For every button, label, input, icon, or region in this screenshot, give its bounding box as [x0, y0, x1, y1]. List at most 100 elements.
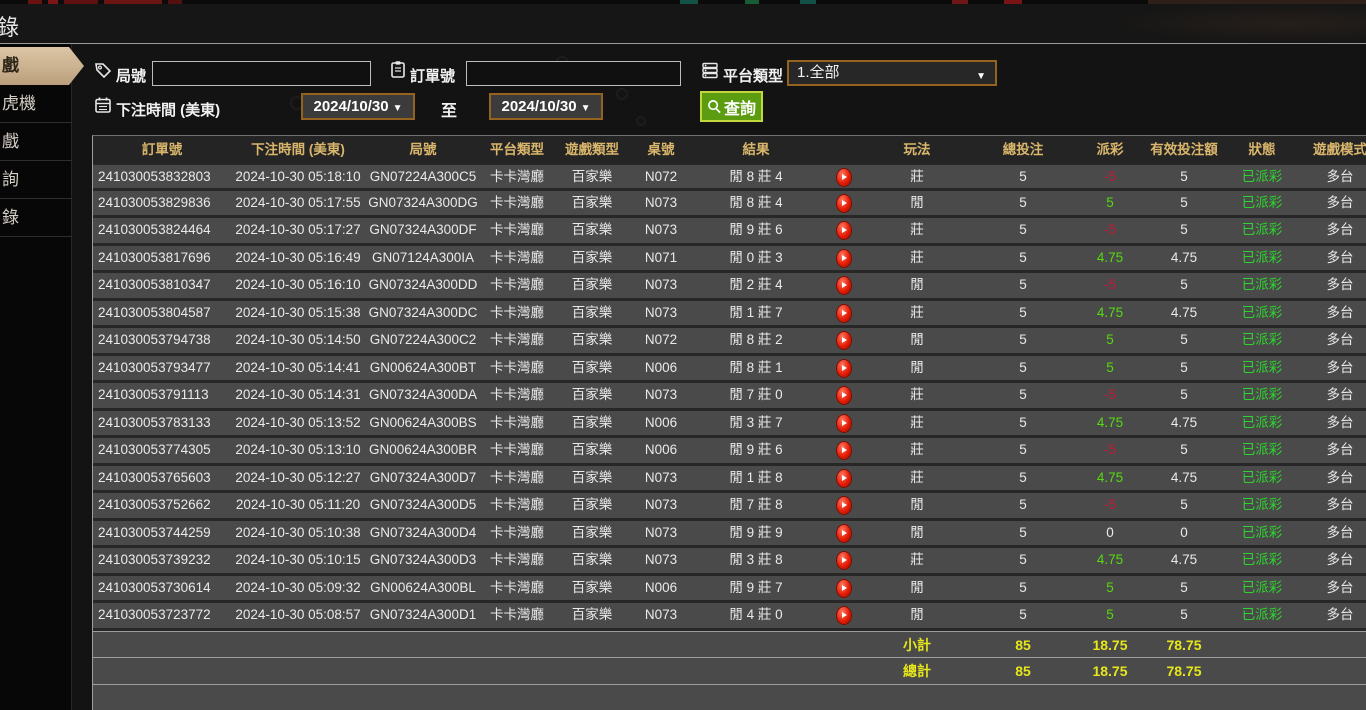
- cell: 百家樂: [571, 222, 613, 237]
- cell: 百家樂: [571, 387, 613, 402]
- play-icon[interactable]: [837, 169, 851, 186]
- cell-order-no: 241030053730614: [98, 579, 211, 595]
- cell-order-no: 241030053783133: [98, 414, 211, 430]
- top-bar: 錄: [0, 4, 1366, 43]
- cell: 2024-10-30 05:13:52: [235, 414, 361, 430]
- cell: 5: [1019, 442, 1027, 457]
- table-header: 訂單號 下注時間 (美東) 局號 平台類型 遊戲類型 桌號 結果 玩法 總投注 派彩 有效投注額 狀態…: [93, 136, 1366, 163]
- search-button[interactable]: 查詢: [700, 91, 763, 122]
- cell: N006: [644, 442, 678, 457]
- cell: N073: [644, 552, 678, 567]
- edge-blob: [745, 0, 759, 4]
- cell-payout: -5: [1103, 222, 1116, 237]
- cell: GN00624A300BT: [369, 359, 477, 375]
- play-icon[interactable]: [837, 249, 851, 267]
- date-to-picker[interactable]: 2024/10/30 ▼: [489, 93, 603, 120]
- sidebar-item-5[interactable]: 錄: [0, 199, 72, 237]
- cell-payout: 4.75: [1096, 414, 1124, 430]
- date-from-picker[interactable]: 2024/10/30 ▼: [301, 93, 415, 120]
- play-icon[interactable]: [837, 222, 851, 239]
- play-icon[interactable]: [837, 552, 851, 569]
- cell: 百家樂: [571, 194, 613, 210]
- cell: GN07324A300D3: [369, 552, 477, 567]
- grand-total-valid-bet: 78.75: [1166, 662, 1202, 679]
- cell: 閒 0 莊 3: [729, 249, 783, 265]
- date-from-value: 2024/10/30: [313, 98, 389, 115]
- cell: 莊: [910, 249, 924, 265]
- cell: 百家樂: [571, 524, 613, 540]
- table-row: 241030053783133 2024-10-30 05:13:52 GN0062…: [93, 410, 1366, 438]
- subtotal-total-bet: 85: [1015, 636, 1031, 653]
- cell: 2024-10-30 05:12:27: [235, 469, 361, 485]
- cell: 5: [1180, 222, 1188, 237]
- cell: 2024-10-30 05:18:10: [235, 169, 361, 184]
- cell-replay: [821, 191, 867, 216]
- sidebar-item-2[interactable]: 虎機: [0, 85, 72, 123]
- cell: 閒 9 莊 7: [729, 579, 783, 595]
- cell: GN07324A300DF: [369, 222, 477, 237]
- game-no-input[interactable]: [152, 61, 371, 86]
- sidebar-item-label: 錄: [2, 208, 19, 227]
- cell-order-no: 241030053744259: [98, 524, 211, 540]
- table-row: 241030053810347 2024-10-30 05:16:10 GN0732…: [93, 273, 1366, 301]
- column-header: 局號: [409, 142, 437, 157]
- platform-type-select[interactable]: 1.全部 ▼: [787, 60, 997, 86]
- play-icon[interactable]: [837, 194, 851, 212]
- status-badge: 已派彩: [1241, 169, 1283, 184]
- page-title: 錄: [0, 15, 21, 40]
- chevron-down-icon: ▼: [580, 103, 591, 114]
- play-icon[interactable]: [837, 607, 851, 624]
- play-icon[interactable]: [837, 579, 851, 597]
- cell: 卡卡灣廳: [490, 304, 544, 320]
- cell: 卡卡灣廳: [490, 387, 544, 402]
- cell: 2024-10-30 05:13:10: [235, 442, 361, 457]
- column-header: 下注時間 (美東): [251, 142, 345, 157]
- play-icon[interactable]: [837, 277, 851, 294]
- app-window: 錄 戲虎機戲詢錄 局號 訂單號 平台類型 1.全部 ▼ 下注時間 (美東) 20…: [0, 0, 1366, 710]
- cell-payout: -5: [1103, 387, 1116, 402]
- cell-payout: 4.75: [1096, 552, 1124, 567]
- status-badge: 已派彩: [1241, 414, 1283, 430]
- play-icon[interactable]: [837, 524, 851, 542]
- cell: 2024-10-30 05:16:49: [235, 249, 361, 265]
- cell: 5: [1180, 579, 1188, 595]
- bet-records-table: 訂單號 下注時間 (美東) 局號 平台類型 遊戲類型 桌號 結果 玩法 總投注 派彩 有效投注額 狀態…: [92, 135, 1366, 710]
- cell-payout: 4.75: [1096, 249, 1124, 265]
- table-totals: 小計 85 18.75 78.75 總計 85 18.75 78.75: [93, 630, 1366, 685]
- grand-total-label: 總計: [903, 662, 931, 679]
- cell-payout: -5: [1103, 497, 1116, 512]
- order-no-input[interactable]: [466, 61, 681, 86]
- cell: 百家樂: [571, 304, 613, 320]
- play-icon[interactable]: [837, 442, 851, 459]
- calendar-icon: [94, 96, 112, 114]
- subtotal-label: 小計: [903, 636, 931, 653]
- play-icon[interactable]: [837, 359, 851, 377]
- play-icon[interactable]: [837, 414, 851, 432]
- edge-blob: [48, 0, 58, 4]
- sidebar-item-3[interactable]: 戲: [0, 123, 72, 161]
- cell: 5: [1019, 332, 1027, 347]
- status-badge: 已派彩: [1241, 469, 1283, 485]
- sidebar-item-4[interactable]: 詢: [0, 161, 72, 199]
- play-icon[interactable]: [837, 387, 851, 404]
- column-header: 結果: [742, 142, 770, 157]
- cell: 5: [1019, 194, 1027, 210]
- play-icon[interactable]: [837, 469, 851, 487]
- status-badge: 已派彩: [1241, 442, 1283, 457]
- cell: 卡卡灣廳: [490, 607, 544, 622]
- play-icon[interactable]: [837, 497, 851, 514]
- sidebar-item-1-active[interactable]: 戲: [0, 47, 84, 85]
- cell: [93, 632, 231, 657]
- cell: [231, 632, 365, 657]
- play-icon[interactable]: [837, 332, 851, 349]
- table-row: 241030053765603 2024-10-30 05:12:27 GN0732…: [93, 465, 1366, 493]
- clipboard-icon: [389, 60, 407, 78]
- cell: 2024-10-30 05:08:57: [235, 607, 361, 622]
- cell: 莊: [910, 222, 924, 237]
- cell: 多台: [1326, 469, 1354, 485]
- cell-order-no: 241030053832803: [98, 169, 211, 184]
- cell: GN07224A300C2: [369, 332, 477, 347]
- play-icon[interactable]: [837, 304, 851, 322]
- cell: GN07324A300DA: [368, 387, 478, 402]
- cell-replay: [821, 328, 867, 353]
